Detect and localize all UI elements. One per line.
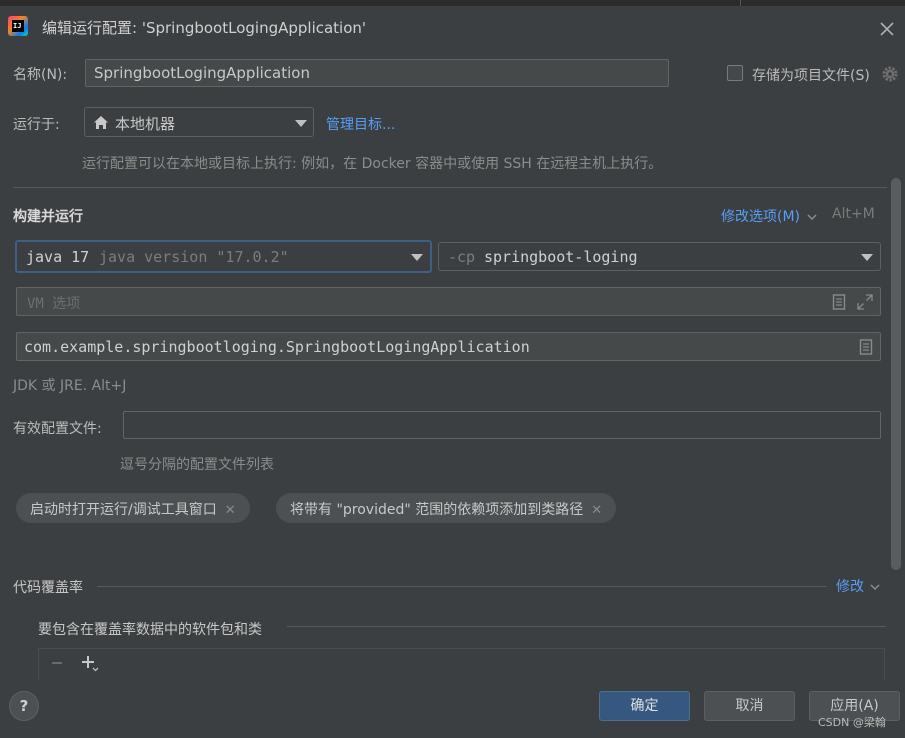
- chevron-down-icon: [807, 214, 817, 221]
- active-profiles-label: 有效配置文件:: [13, 421, 102, 437]
- manage-targets-link[interactable]: 管理目标...: [326, 114, 395, 134]
- active-profiles-input[interactable]: [123, 411, 881, 439]
- cp-prefix: -cp: [448, 248, 476, 266]
- run-on-select[interactable]: 本地机器: [84, 107, 314, 137]
- chip-add-provided-deps[interactable]: 将带有 "provided" 范围的依赖项添加到类路径 ✕: [276, 493, 617, 523]
- close-icon[interactable]: [878, 20, 896, 38]
- help-button[interactable]: ?: [9, 691, 39, 721]
- chip-label: 启动时打开运行/调试工具窗口: [30, 502, 217, 518]
- chevron-down-icon: [411, 254, 423, 261]
- run-on-hint: 运行配置可以在本地或目标上执行: 例如，在 Docker 容器中或使用 SSH …: [82, 156, 663, 172]
- build-run-title: 构建并运行: [13, 209, 83, 225]
- modify-options-shortcut: Alt+M: [832, 206, 875, 222]
- coverage-title: 代码覆盖率: [13, 580, 83, 596]
- jdk-select[interactable]: java 17 java version "17.0.2": [15, 240, 432, 273]
- main-class-input[interactable]: com.example.springbootloging.SpringbootL…: [16, 332, 881, 361]
- chevron-down-icon: [295, 120, 307, 127]
- run-on-selected: 本地机器: [115, 115, 176, 133]
- watermark: CSDN @梁翰: [818, 716, 886, 729]
- ok-button[interactable]: 确定: [599, 691, 690, 721]
- modify-options-label: 修改选项(M): [721, 209, 801, 225]
- document-icon[interactable]: [859, 339, 873, 355]
- main-class-value: com.example.springbootloging.SpringbootL…: [24, 338, 530, 356]
- minus-icon[interactable]: [51, 657, 63, 669]
- cp-module-name: springboot-loging: [484, 248, 638, 266]
- classpath-module-select[interactable]: -cp springboot-loging: [438, 242, 881, 271]
- close-icon[interactable]: ✕: [225, 503, 236, 518]
- coverage-include-title: 要包含在覆盖率数据中的软件包和类: [38, 622, 262, 638]
- title-bar: IJ 编辑运行配置: 'SpringbootLogingApplication': [0, 6, 905, 46]
- active-profiles-hint: 逗号分隔的配置文件列表: [120, 457, 274, 473]
- coverage-include-divider: [287, 626, 886, 627]
- name-input-value: SpringbootLogingApplication: [94, 64, 310, 82]
- intellij-logo-icon: IJ: [8, 16, 28, 36]
- coverage-modify-label: 修改: [836, 579, 864, 595]
- store-as-project-file-label[interactable]: 存储为项目文件(S): [752, 65, 870, 85]
- coverage-toolbar: [38, 648, 885, 680]
- expand-icon[interactable]: [857, 294, 873, 310]
- vm-options-placeholder: VM 选项: [27, 296, 81, 312]
- chevron-down-icon: [870, 584, 880, 591]
- jdk-main-text: java 17: [26, 248, 90, 266]
- gear-icon[interactable]: [881, 65, 899, 83]
- name-input[interactable]: SpringbootLogingApplication: [85, 59, 669, 87]
- home-icon: [94, 116, 108, 129]
- coverage-modify-link[interactable]: 修改: [836, 576, 880, 596]
- coverage-divider: [97, 586, 827, 587]
- chip-label: 将带有 "provided" 范围的依赖项添加到类路径: [290, 502, 584, 518]
- window-title: 编辑运行配置: 'SpringbootLogingApplication': [42, 19, 367, 37]
- chip-open-tool-window[interactable]: 启动时打开运行/调试工具窗口 ✕: [16, 493, 250, 523]
- add-icon[interactable]: [81, 655, 99, 673]
- jdk-hint: JDK 或 JRE. Alt+J: [13, 378, 127, 394]
- document-icon[interactable]: [832, 294, 846, 310]
- store-as-project-file-checkbox[interactable]: [727, 65, 743, 81]
- vm-options-input[interactable]: VM 选项: [16, 287, 881, 316]
- jdk-detail-text: java version "17.0.2": [99, 248, 289, 266]
- chevron-down-icon: [861, 254, 873, 261]
- cancel-button[interactable]: 取消: [704, 691, 795, 721]
- name-label: 名称(N):: [13, 67, 68, 83]
- run-on-label: 运行于:: [13, 117, 60, 133]
- close-icon[interactable]: ✕: [591, 503, 602, 518]
- scrollbar[interactable]: [891, 178, 901, 570]
- modify-options-link[interactable]: 修改选项(M): [721, 206, 817, 226]
- section-divider: [13, 187, 887, 188]
